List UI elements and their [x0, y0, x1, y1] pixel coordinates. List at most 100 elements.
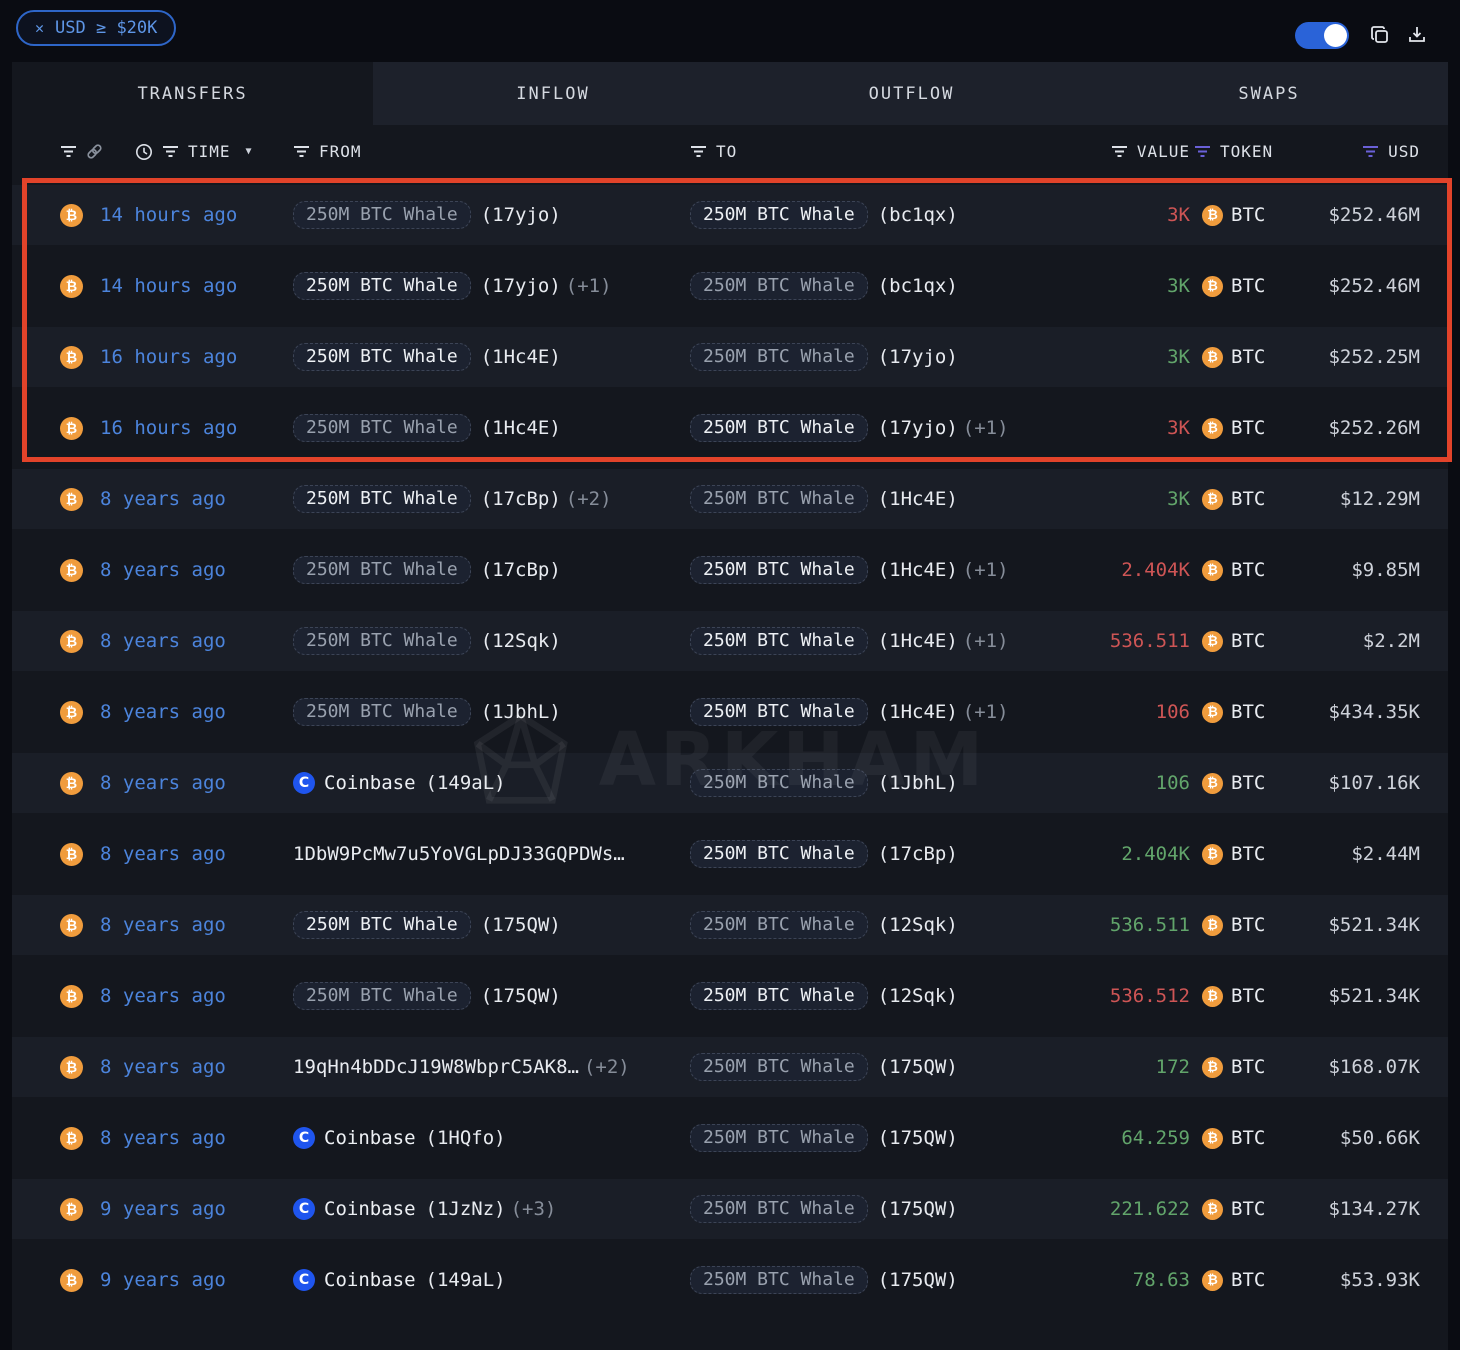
- table-row[interactable]: ₿ 14 hours ago 250M BTC Whale (17yjo) 25…: [12, 185, 1448, 245]
- filter-icon[interactable]: [1111, 145, 1128, 158]
- table-row[interactable]: ₿ 8 years ago 250M BTC Whale (1JbhL) 250…: [12, 682, 1448, 742]
- row-time[interactable]: 8 years ago: [100, 1127, 293, 1149]
- row-time[interactable]: 8 years ago: [100, 701, 293, 723]
- address-text[interactable]: (175QW): [878, 1127, 958, 1149]
- address-text[interactable]: (1JbhL): [481, 701, 561, 723]
- address-text[interactable]: (1Hc4E): [878, 488, 958, 510]
- address-text[interactable]: (1JzNz): [426, 1198, 506, 1220]
- address-text[interactable]: (17yjo): [481, 204, 561, 226]
- entity-chip[interactable]: 250M BTC Whale: [293, 556, 471, 584]
- row-time[interactable]: 9 years ago: [100, 1198, 293, 1220]
- address-text[interactable]: (149aL): [426, 1269, 506, 1291]
- tab-transfers[interactable]: TRANSFERS: [12, 62, 373, 125]
- address-text[interactable]: (1Hc4E): [878, 559, 958, 581]
- filter-icon-active[interactable]: [1194, 145, 1211, 158]
- entity-chip[interactable]: 250M BTC Whale: [293, 343, 471, 371]
- entity-chip[interactable]: 250M BTC Whale: [690, 1195, 868, 1223]
- address-text[interactable]: (12Sqk): [878, 985, 958, 1007]
- token-cell[interactable]: ₿BTC: [1190, 1056, 1283, 1078]
- table-row[interactable]: ₿ 14 hours ago 250M BTC Whale (17yjo) (+…: [12, 256, 1448, 316]
- table-row[interactable]: ₿ 16 hours ago 250M BTC Whale (1Hc4E) 25…: [12, 398, 1448, 458]
- plain-address[interactable]: 1DbW9PcMw7u5YoVGLpDJ33GQPDWs…: [293, 843, 625, 865]
- token-cell[interactable]: ₿BTC: [1190, 1269, 1283, 1291]
- table-row[interactable]: ₿ 9 years ago CCoinbase (149aL) 250M BTC…: [12, 1250, 1448, 1310]
- address-text[interactable]: (17yjo): [878, 417, 958, 439]
- address-text[interactable]: (175QW): [481, 914, 561, 936]
- entity-chip[interactable]: 250M BTC Whale: [293, 911, 471, 939]
- row-time[interactable]: 16 hours ago: [100, 346, 293, 368]
- exchange-entity[interactable]: CCoinbase: [293, 772, 416, 794]
- token-cell[interactable]: ₿BTC: [1190, 559, 1283, 581]
- entity-chip[interactable]: 250M BTC Whale: [690, 1124, 868, 1152]
- table-row[interactable]: ₿ 8 years ago 250M BTC Whale (175QW) 250…: [12, 966, 1448, 1026]
- close-icon[interactable]: ✕: [35, 19, 44, 37]
- entity-chip[interactable]: 250M BTC Whale: [293, 485, 471, 513]
- exchange-entity[interactable]: CCoinbase: [293, 1198, 416, 1220]
- address-text[interactable]: (12Sqk): [481, 630, 561, 652]
- row-time[interactable]: 8 years ago: [100, 985, 293, 1007]
- entity-chip[interactable]: 250M BTC Whale: [293, 627, 471, 655]
- filter-icon[interactable]: [60, 145, 77, 158]
- token-header-label[interactable]: TOKEN: [1220, 142, 1273, 161]
- entity-chip[interactable]: 250M BTC Whale: [690, 201, 868, 229]
- exchange-entity[interactable]: CCoinbase: [293, 1127, 416, 1149]
- row-time[interactable]: 14 hours ago: [100, 204, 293, 226]
- table-row[interactable]: ₿ 8 years ago 250M BTC Whale (12Sqk) 250…: [12, 611, 1448, 671]
- table-row[interactable]: ₿ 8 years ago CCoinbase (1HQfo) 250M BTC…: [12, 1108, 1448, 1168]
- entity-chip[interactable]: 250M BTC Whale: [293, 272, 471, 300]
- entity-chip[interactable]: 250M BTC Whale: [690, 698, 868, 726]
- row-time[interactable]: 9 years ago: [100, 1269, 293, 1291]
- address-text[interactable]: (1Hc4E): [878, 701, 958, 723]
- entity-chip[interactable]: 250M BTC Whale: [690, 627, 868, 655]
- token-cell[interactable]: ₿BTC: [1190, 488, 1283, 510]
- address-text[interactable]: (1Hc4E): [481, 417, 561, 439]
- value-header-label[interactable]: VALUE: [1137, 142, 1190, 161]
- row-time[interactable]: 8 years ago: [100, 559, 293, 581]
- token-cell[interactable]: ₿BTC: [1190, 843, 1283, 865]
- table-row[interactable]: ₿ 16 hours ago 250M BTC Whale (1Hc4E) 25…: [12, 327, 1448, 387]
- to-header-label[interactable]: TO: [716, 142, 737, 161]
- address-text[interactable]: (12Sqk): [878, 914, 958, 936]
- clock-icon[interactable]: [135, 143, 153, 161]
- token-cell[interactable]: ₿BTC: [1190, 275, 1283, 297]
- row-time[interactable]: 16 hours ago: [100, 417, 293, 439]
- row-time[interactable]: 8 years ago: [100, 1056, 293, 1078]
- token-cell[interactable]: ₿BTC: [1190, 772, 1283, 794]
- chevron-down-icon[interactable]: ▼: [246, 146, 253, 157]
- time-header-label[interactable]: TIME: [188, 142, 231, 161]
- address-text[interactable]: (bc1qx): [878, 204, 958, 226]
- tab-swaps[interactable]: SWAPS: [1090, 62, 1448, 125]
- token-cell[interactable]: ₿BTC: [1190, 701, 1283, 723]
- address-text[interactable]: (175QW): [481, 985, 561, 1007]
- exchange-entity[interactable]: CCoinbase: [293, 1269, 416, 1291]
- entity-chip[interactable]: 250M BTC Whale: [293, 698, 471, 726]
- row-time[interactable]: 8 years ago: [100, 772, 293, 794]
- address-text[interactable]: (1Hc4E): [878, 630, 958, 652]
- token-cell[interactable]: ₿BTC: [1190, 630, 1283, 652]
- usd-header-label[interactable]: USD: [1388, 142, 1420, 161]
- table-row[interactable]: ₿ 8 years ago 250M BTC Whale (17cBp) (+2…: [12, 469, 1448, 529]
- copy-button[interactable]: [1366, 21, 1394, 49]
- entity-chip[interactable]: 250M BTC Whale: [690, 1266, 868, 1294]
- entity-chip[interactable]: 250M BTC Whale: [690, 1053, 868, 1081]
- filter-icon[interactable]: [293, 145, 310, 158]
- token-cell[interactable]: ₿BTC: [1190, 204, 1283, 226]
- entity-chip[interactable]: 250M BTC Whale: [293, 982, 471, 1010]
- table-row[interactable]: ₿ 8 years ago 250M BTC Whale (17cBp) 250…: [12, 540, 1448, 600]
- address-text[interactable]: (17cBp): [481, 488, 561, 510]
- table-row[interactable]: ₿ 9 years ago CCoinbase (1JzNz) (+3) 250…: [12, 1179, 1448, 1239]
- address-text[interactable]: (17cBp): [481, 559, 561, 581]
- plain-address[interactable]: 19qHn4bDDcJ19W8WbprC5AK8…: [293, 1056, 579, 1078]
- token-cell[interactable]: ₿BTC: [1190, 1127, 1283, 1149]
- address-text[interactable]: (1HQfo): [426, 1127, 506, 1149]
- filter-icon[interactable]: [690, 145, 707, 158]
- address-text[interactable]: (bc1qx): [878, 275, 958, 297]
- address-text[interactable]: (17yjo): [878, 346, 958, 368]
- token-cell[interactable]: ₿BTC: [1190, 1198, 1283, 1220]
- token-cell[interactable]: ₿BTC: [1190, 914, 1283, 936]
- entity-chip[interactable]: 250M BTC Whale: [690, 982, 868, 1010]
- entity-chip[interactable]: 250M BTC Whale: [690, 840, 868, 868]
- row-time[interactable]: 8 years ago: [100, 488, 293, 510]
- address-text[interactable]: (17cBp): [878, 843, 958, 865]
- row-time[interactable]: 14 hours ago: [100, 275, 293, 297]
